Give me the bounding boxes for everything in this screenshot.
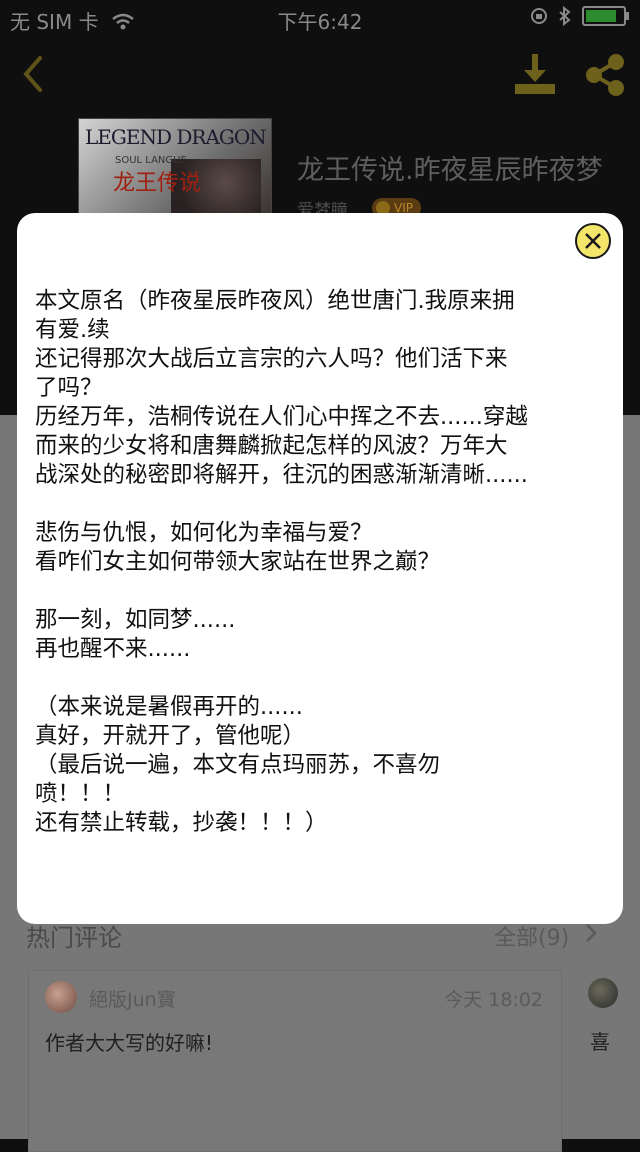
download-icon[interactable]: [512, 52, 558, 98]
comment-username[interactable]: 絕版Jun寶: [89, 985, 176, 1012]
comments-all-link[interactable]: 全部(9): [494, 920, 569, 952]
chevron-left-icon[interactable]: [18, 54, 48, 94]
description-modal: 本文原名（昨夜星辰昨夜风）绝世唐门.我原来拥 有爱.续 还记得那次大战后立言宗的…: [17, 213, 623, 924]
comment-text: 作者大大写的好嘛!: [45, 1031, 214, 1055]
cover-title-en: LEGEND DRAGON: [85, 125, 267, 149]
bluetooth-icon: [559, 6, 571, 26]
book-cover: LEGEND DRAGON SOUL LANGUE 龙王传说: [78, 118, 272, 220]
comment-card[interactable]: 絕版Jun寶 今天 18:02 作者大大写的好嘛!: [28, 970, 562, 1152]
battery-icon: [582, 6, 629, 26]
close-icon[interactable]: [574, 222, 612, 260]
book-description: 本文原名（昨夜星辰昨夜风）绝世唐门.我原来拥 有爱.续 还记得那次大战后立言宗的…: [35, 288, 528, 836]
cover-title-cn: 龙王传说: [113, 171, 202, 196]
status-bar: 无 SIM 卡 下午6:42: [0, 0, 640, 36]
comment-time: 今天 18:02: [444, 989, 543, 1011]
book-title: 龙王传说.昨夜星辰昨夜梦: [297, 155, 603, 186]
chevron-right-icon[interactable]: [584, 922, 598, 944]
orientation-lock-icon: [531, 8, 547, 24]
avatar[interactable]: [588, 978, 618, 1008]
top-nav: [0, 40, 640, 110]
share-icon[interactable]: [580, 50, 630, 100]
avatar[interactable]: [45, 981, 77, 1013]
comment-text: 喜: [590, 1030, 610, 1054]
